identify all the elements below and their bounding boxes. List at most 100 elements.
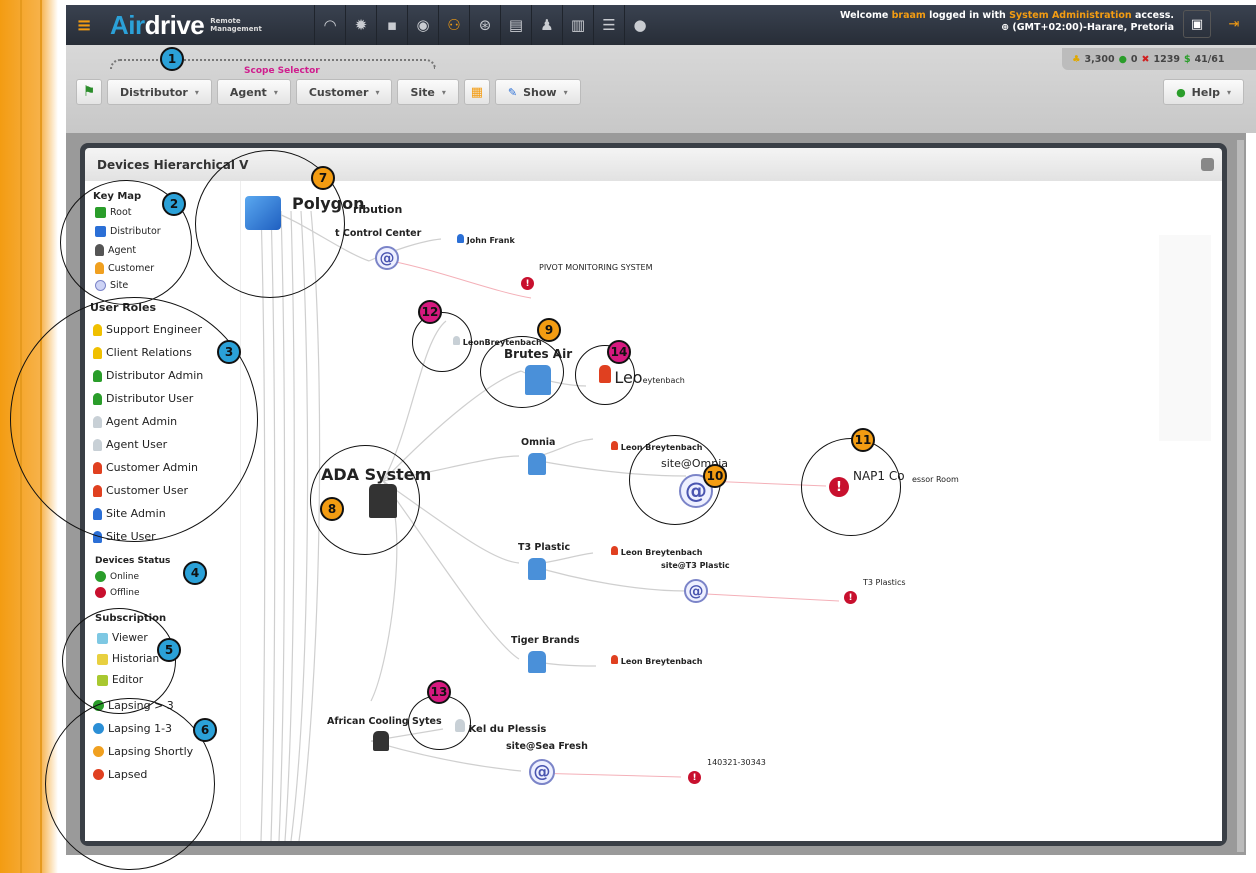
chevron-down-icon: ▾ bbox=[1226, 87, 1231, 97]
alarm-icon[interactable]: ! bbox=[844, 591, 857, 604]
hamburger-menu-icon[interactable]: ≡ bbox=[66, 5, 102, 45]
nap1-rest-label: essor Room bbox=[912, 475, 959, 484]
status-offline: Offline bbox=[95, 587, 140, 598]
timezone: (GMT+02:00)-Harare, Pretoria bbox=[1012, 22, 1174, 33]
annotation-badge: 2 bbox=[162, 192, 186, 216]
device-id-label: 140321-30343 bbox=[707, 758, 766, 767]
status-online: Online bbox=[95, 571, 139, 582]
minimize-icon[interactable] bbox=[1201, 158, 1214, 171]
site-t3-node[interactable]: @ bbox=[684, 579, 708, 603]
help-label: Help bbox=[1191, 85, 1220, 99]
control-center-label: t Control Center bbox=[335, 228, 422, 239]
top-navigation-bar: ≡ Airdrive Remote Management ◠ ✹ ▪ ◉ ⚇ ⊛ … bbox=[66, 5, 1256, 45]
chevron-down-icon: ▾ bbox=[441, 87, 446, 97]
kel-label: Kel du Plessis bbox=[468, 724, 547, 735]
annotation-circle bbox=[45, 698, 215, 870]
chat-icon[interactable]: ● bbox=[624, 5, 655, 45]
agent-dropdown[interactable]: Agent ▾ bbox=[216, 79, 291, 105]
tiger-brands-node[interactable] bbox=[528, 651, 546, 676]
alarm-icon[interactable]: ! bbox=[688, 771, 701, 784]
welcome-mid: logged in with bbox=[925, 10, 1010, 21]
annotation-circle bbox=[412, 312, 472, 372]
grid-icon[interactable]: ▪ bbox=[376, 5, 407, 45]
help-dropdown[interactable]: ● Help ▾ bbox=[1163, 79, 1244, 105]
hierarchy-icon[interactable]: ⚇ bbox=[438, 5, 469, 45]
annotation-badge: 5 bbox=[157, 638, 181, 662]
list-icon[interactable]: ☰ bbox=[593, 5, 624, 45]
agent-label: Agent bbox=[229, 85, 267, 99]
customer-label: Customer bbox=[308, 85, 369, 99]
devices-total-icon: ♣ bbox=[1072, 53, 1081, 65]
scrollbar[interactable] bbox=[1237, 140, 1244, 852]
site-dropdown[interactable]: Site ▾ bbox=[397, 79, 459, 105]
john-frank-label: John Frank bbox=[466, 236, 515, 245]
filter-toolbar: ♣ 3,300 ● 0 ✖ 1239 $41/61 Scope Selector ⚑ … bbox=[66, 45, 1256, 133]
pencil-icon: ✎ bbox=[507, 85, 518, 99]
distributor-label: Distributor bbox=[120, 85, 188, 99]
stat-offline: 1239 bbox=[1153, 53, 1180, 65]
chevron-down-icon: ▾ bbox=[273, 87, 278, 97]
pivot-label: PIVOT MONITORING SYSTEM bbox=[539, 263, 653, 272]
john-frank-node[interactable]: John Frank bbox=[457, 234, 515, 245]
document-icon[interactable]: ▤ bbox=[500, 5, 531, 45]
profile-card-icon[interactable]: ▣ bbox=[1183, 10, 1211, 38]
dashboard-icon[interactable]: ◠ bbox=[314, 5, 345, 45]
stat-ratio: 41/61 bbox=[1194, 53, 1225, 65]
omnia-node[interactable] bbox=[528, 453, 546, 478]
t3-plastic-label: T3 Plastic bbox=[518, 542, 571, 553]
show-label: Show bbox=[523, 85, 557, 99]
user-icon bbox=[611, 546, 618, 555]
annotation-badge: 10 bbox=[703, 464, 727, 488]
tiger-brands-label: Tiger Brands bbox=[511, 635, 580, 646]
show-dropdown[interactable]: ✎ Show ▾ bbox=[494, 79, 581, 105]
side-panel-blank bbox=[1159, 235, 1211, 441]
alarm-icon[interactable]: ! bbox=[521, 277, 534, 290]
welcome-suffix: access. bbox=[1131, 10, 1174, 21]
control-center-site-node[interactable]: @ bbox=[375, 246, 399, 270]
flag-button[interactable]: ⚑ bbox=[76, 79, 102, 105]
device-stats: ♣ 3,300 ● 0 ✖ 1239 $41/61 bbox=[1062, 48, 1256, 70]
welcome-message: Welcome braam logged in with System Admi… bbox=[840, 10, 1174, 34]
annotation-badge: 1 bbox=[160, 47, 184, 71]
status-label: Online bbox=[110, 571, 140, 582]
user-icon bbox=[611, 441, 618, 450]
annotation-badge: 7 bbox=[311, 166, 335, 190]
book-icon[interactable]: ▥ bbox=[562, 5, 593, 45]
settings-icon[interactable]: ✹ bbox=[345, 5, 376, 45]
user-icon bbox=[457, 234, 464, 243]
t3-plastics-label: T3 Plastics bbox=[863, 578, 906, 587]
status-title: Devices Status bbox=[95, 556, 171, 566]
leon-label: Leon Breytenbach bbox=[620, 657, 703, 666]
annotation-badge: 12 bbox=[418, 300, 442, 324]
site-sea-fresh-label: site@Sea Fresh bbox=[506, 741, 588, 752]
customer-dropdown[interactable]: Customer ▾ bbox=[295, 79, 393, 105]
support-icon[interactable]: ⊛ bbox=[469, 5, 500, 45]
omnia-label: Omnia bbox=[521, 437, 556, 448]
site-sea-fresh-node[interactable]: @ bbox=[529, 759, 555, 785]
annotation-badge: 8 bbox=[320, 497, 344, 521]
access-level: System Administration bbox=[1009, 10, 1132, 21]
online-check-icon: ● bbox=[1118, 53, 1127, 65]
stat-total: 3,300 bbox=[1084, 53, 1115, 65]
leon-t3-node[interactable]: Leon Breytenbach bbox=[611, 546, 703, 557]
scope-filter-buttons: ⚑ Distributor ▾ Agent ▾ Customer ▾ Site ▾ ▦ … bbox=[76, 79, 581, 105]
leon-tiger-node[interactable]: Leon Breytenbach bbox=[611, 655, 703, 666]
module-icons: ◠ ✹ ▪ ◉ ⚇ ⊛ ▤ ♟ ▥ ☰ ● bbox=[314, 5, 655, 45]
users-icon[interactable]: ♟ bbox=[531, 5, 562, 45]
globe-icon: ⊕ bbox=[1001, 22, 1013, 33]
chevron-down-icon: ▾ bbox=[194, 87, 199, 97]
distributor-dropdown[interactable]: Distributor ▾ bbox=[107, 79, 212, 105]
annotation-badge: 14 bbox=[607, 340, 631, 364]
username: braam bbox=[891, 10, 926, 21]
online-icon bbox=[95, 571, 106, 582]
app-logo: Airdrive Remote Management bbox=[102, 10, 314, 41]
logout-icon[interactable]: ⇥ bbox=[1220, 10, 1248, 38]
leo-rest-label: eytenbach bbox=[642, 376, 685, 385]
screenshot-stage: ≡ Airdrive Remote Management ◠ ✹ ▪ ◉ ⚇ ⊛ … bbox=[0, 0, 1256, 873]
chevron-down-icon: ▾ bbox=[375, 87, 380, 97]
t3-plastic-node[interactable] bbox=[528, 558, 546, 583]
root-suffix-label: ribution bbox=[353, 203, 403, 216]
african-cooling-node[interactable] bbox=[373, 731, 389, 754]
eye-icon[interactable]: ◉ bbox=[407, 5, 438, 45]
grid-view-button[interactable]: ▦ bbox=[463, 79, 490, 105]
